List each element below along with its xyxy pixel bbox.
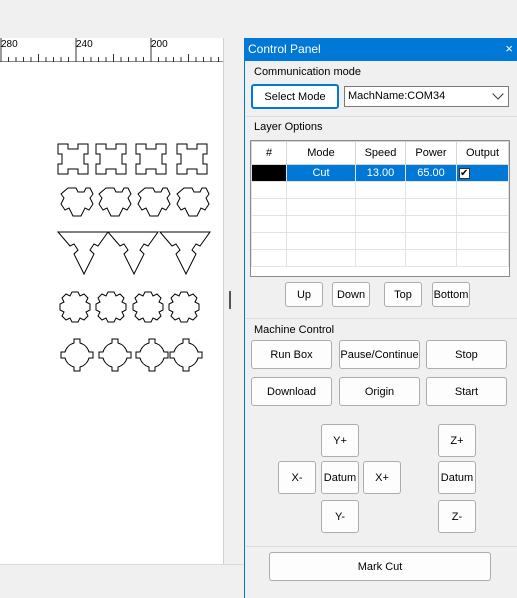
z-datum-button[interactable]: Datum	[438, 461, 476, 494]
output-checkbox[interactable]: ✔	[459, 167, 470, 179]
xy-datum-button[interactable]: Datum	[321, 461, 359, 494]
flower-shape	[168, 291, 200, 323]
flower-row	[59, 291, 200, 323]
control-panel: Control Panel × Communication mode Selec…	[244, 38, 517, 598]
flower-shape	[95, 291, 127, 323]
machine-select-value: MachName:COM34	[348, 90, 446, 102]
round-notched-shape	[60, 338, 94, 372]
layer-up-button[interactable]: Up	[285, 282, 323, 307]
col-power: Power	[405, 141, 457, 165]
col-number: #	[251, 141, 287, 165]
table-row	[251, 181, 509, 199]
table-row	[251, 249, 509, 267]
layer-table[interactable]: # Mode Speed Power Output Cut 13.00 65.0…	[250, 140, 510, 277]
round-notched-row	[60, 338, 203, 372]
layer-speed[interactable]: 13.00	[355, 164, 406, 182]
jog-y-minus-button[interactable]: Y-	[321, 500, 359, 533]
col-speed: Speed	[355, 141, 406, 165]
table-row[interactable]: Cut 13.00 65.00 ✔	[251, 164, 509, 182]
machine-control-title: Machine Control	[254, 324, 335, 336]
jog-x-plus-button[interactable]: X+	[363, 461, 401, 494]
panel-title-bar: Control Panel ×	[245, 38, 517, 61]
cog-shape	[60, 187, 94, 217]
table-row	[251, 215, 509, 233]
layer-power[interactable]: 65.00	[405, 164, 457, 182]
col-mode: Mode	[286, 141, 356, 165]
pause-continue-button[interactable]: Pause/Continue	[339, 340, 420, 369]
layer-color-swatch[interactable]	[251, 164, 287, 182]
ruler-label-240: 240	[76, 39, 93, 50]
machine-select[interactable]: MachName:COM34	[344, 86, 509, 107]
puzzle-square-row	[57, 143, 208, 175]
col-output: Output	[456, 141, 509, 165]
mark-cut-button[interactable]: Mark Cut	[269, 552, 491, 581]
jog-y-plus-button[interactable]: Y+	[321, 424, 359, 457]
table-row	[251, 198, 509, 216]
round-notched-shape	[98, 338, 132, 372]
notched-triangle	[158, 231, 211, 276]
start-button[interactable]: Start	[426, 377, 507, 406]
chevron-down-icon	[492, 88, 504, 100]
cog-row	[60, 187, 210, 217]
puzzle-square	[176, 143, 208, 175]
ruler-label-280: 280	[1, 39, 18, 50]
layer-down-button[interactable]: Down	[332, 282, 370, 307]
run-box-button[interactable]: Run Box	[251, 340, 332, 369]
close-icon[interactable]: ×	[505, 41, 513, 56]
layer-options-title: Layer Options	[254, 121, 323, 133]
jog-z-minus-button[interactable]: Z-	[438, 500, 476, 533]
puzzle-square	[57, 143, 89, 175]
layer-top-button[interactable]: Top	[384, 282, 422, 307]
layer-mode[interactable]: Cut	[286, 164, 356, 182]
flower-shape	[59, 291, 91, 323]
shape-artwork[interactable]	[0, 62, 223, 392]
ruler-ticks	[0, 38, 219, 62]
puzzle-square	[135, 143, 167, 175]
download-button[interactable]: Download	[251, 377, 332, 406]
flower-shape	[132, 291, 164, 323]
table-row	[251, 232, 509, 250]
notched-triangle	[106, 231, 159, 276]
layer-bottom-button[interactable]: Bottom	[432, 282, 470, 307]
splitter-handle[interactable]	[229, 291, 231, 309]
stop-button[interactable]: Stop	[426, 340, 507, 369]
notched-triangle	[56, 231, 109, 276]
jog-x-minus-button[interactable]: X-	[278, 461, 316, 494]
round-notched-shape	[135, 338, 169, 372]
horizontal-scroll-area[interactable]	[0, 564, 244, 598]
layer-table-header: # Mode Speed Power Output	[251, 141, 509, 165]
puzzle-square	[95, 143, 127, 175]
communication-title: Communication mode	[254, 66, 361, 78]
cog-shape	[137, 187, 171, 217]
jog-z-plus-button[interactable]: Z+	[438, 424, 476, 457]
round-notched-shape	[169, 338, 203, 372]
triangle-row	[56, 231, 211, 276]
ruler-label-200: 200	[151, 39, 168, 50]
panel-title: Control Panel	[248, 42, 321, 56]
horizontal-ruler: 280 240 200	[0, 38, 223, 62]
cog-shape	[98, 187, 132, 217]
canvas-area[interactable]: 280 240 200	[0, 0, 244, 598]
select-mode-button[interactable]: Select Mode	[251, 84, 339, 109]
layer-output-cell[interactable]: ✔	[456, 164, 509, 182]
canvas-right-gutter	[223, 38, 244, 564]
cog-shape	[176, 187, 210, 217]
origin-button[interactable]: Origin	[339, 377, 420, 406]
